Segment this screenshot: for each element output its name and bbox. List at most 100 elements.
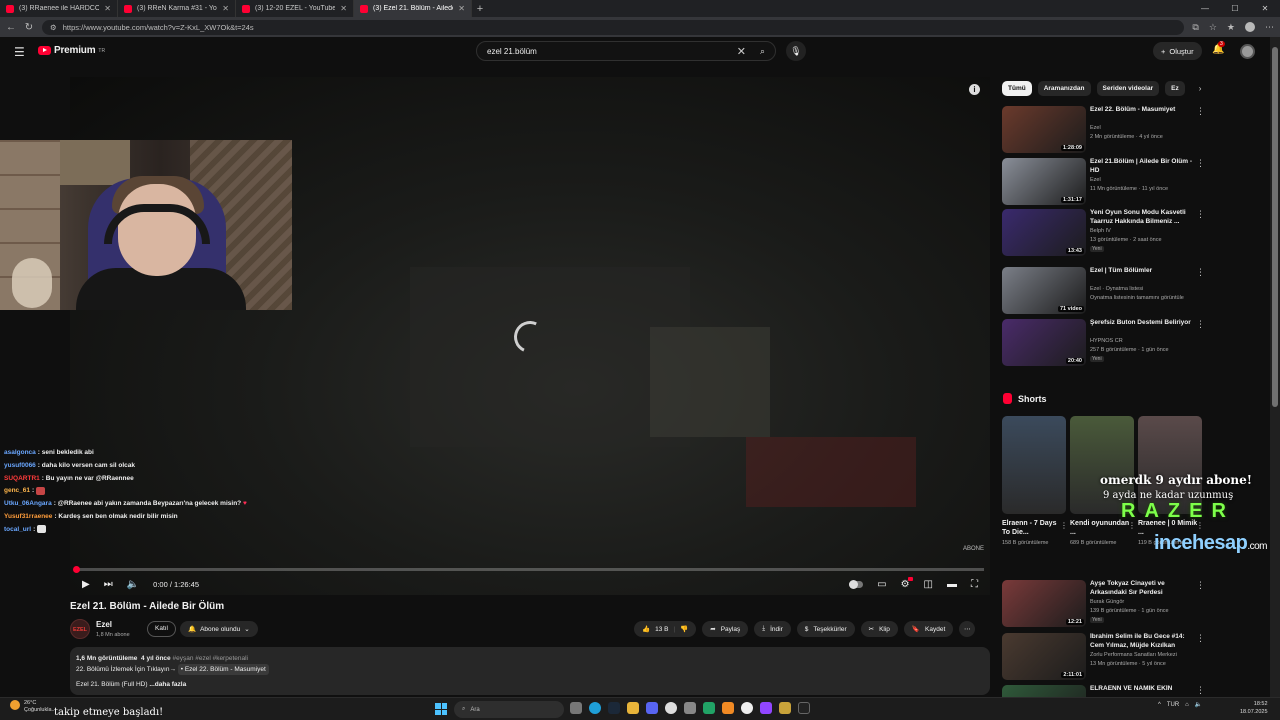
video-thumbnail[interactable]: 20:40 [1002, 319, 1086, 366]
close-tab-icon[interactable]: ✕ [104, 4, 111, 13]
site-info-icon[interactable]: ⚙ [50, 23, 57, 32]
excel-icon[interactable] [703, 702, 715, 714]
hamburger-menu-icon[interactable]: ☰ [14, 45, 25, 59]
tray-chevron-icon[interactable]: ^ [1158, 702, 1161, 708]
video-thumbnail[interactable]: 1:31:17 [1002, 158, 1086, 205]
vlc-icon[interactable] [722, 702, 734, 714]
filter-chip[interactable]: Aramanızdan [1037, 81, 1091, 96]
description-link[interactable]: • Ezel 22. Bölüm - Masumiyet [177, 664, 269, 675]
video-thumbnail[interactable]: 2:11:01 [1002, 633, 1086, 680]
close-tab-icon[interactable]: ✕ [458, 4, 465, 13]
progress-bar[interactable] [73, 566, 984, 573]
browser-tab[interactable]: (3) RRaenee ile HARDCORE MİNE ✕ [0, 0, 118, 17]
taskbar-clock[interactable]: 18:52 18.07.2025 [1240, 700, 1268, 716]
more-options-icon[interactable]: ⋮ [1196, 209, 1205, 220]
browser-tab[interactable]: (3) Ezel 21. Bölüm - Ailede Bir Ölüm ✕ [354, 0, 472, 17]
search-input[interactable]: ezel 21.bölüm ✕ ⌕ [476, 41, 776, 61]
recommendation-card[interactable]: 2:11:01 İbrahim Selim ile Bu Gece #14: Ce… [1002, 633, 1208, 681]
save-button[interactable]: 🔖 Kaydet [903, 621, 954, 637]
app-icon[interactable] [684, 702, 696, 714]
autoplay-toggle[interactable] [849, 579, 864, 589]
short-card[interactable]: Elraenn - 7 Days To Die... 158 B görüntül… [1002, 416, 1068, 547]
settings-gear-icon[interactable]: ⚙ [901, 576, 913, 590]
share-button[interactable]: ➦ Paylaş [702, 621, 749, 637]
notifications-bell-icon[interactable]: 🔔 3 [1212, 41, 1225, 55]
video-thumbnail[interactable]: 71 video [1002, 267, 1086, 314]
chevron-right-icon[interactable]: › [1199, 84, 1202, 93]
filter-chip[interactable]: Seriden videolar [1096, 81, 1160, 96]
account-avatar[interactable] [1240, 44, 1255, 59]
obs-icon[interactable] [741, 702, 753, 714]
more-menu-icon[interactable]: ⋯ [1265, 22, 1274, 33]
search-icon[interactable]: ⌕ [760, 46, 765, 57]
voice-search-icon[interactable]: 🎙 [786, 41, 806, 61]
hashtags[interactable]: #eyşan #ezel #kerpetenali [172, 655, 248, 662]
recommendation-card[interactable]: 1:31:17 Ezel 21.Bölüm | Ailede Bir Ölüm -… [1002, 158, 1208, 206]
channel-avatar[interactable]: EZEL [70, 619, 90, 639]
more-options-icon[interactable]: ⋮ [1196, 158, 1205, 169]
weather-widget[interactable]: 26°C Çoğunlukla... [10, 700, 56, 714]
steam-icon[interactable] [608, 702, 620, 714]
windows-start-icon[interactable] [435, 703, 447, 715]
video-thumbnail[interactable]: 1:28:09 [1002, 106, 1086, 153]
page-scrollbar[interactable] [1270, 37, 1280, 700]
profile-avatar[interactable] [1245, 22, 1255, 32]
network-icon[interactable]: ⌂ [1185, 702, 1189, 708]
youtube-logo[interactable]: Premium TR [38, 45, 105, 56]
miniplayer-icon[interactable]: ◫ [924, 579, 933, 590]
download-button[interactable]: ⤓ İndir [754, 621, 791, 637]
more-options-icon[interactable]: ⋮ [1196, 106, 1205, 117]
join-button[interactable]: Katıl [147, 621, 177, 637]
short-thumbnail[interactable] [1002, 416, 1066, 514]
edge-icon[interactable] [589, 702, 601, 714]
like-button[interactable]: 👍 13 B | 👎 [634, 621, 697, 637]
task-view-icon[interactable] [570, 702, 582, 714]
close-tab-icon[interactable]: ✕ [340, 4, 347, 13]
file-explorer-icon[interactable] [627, 702, 639, 714]
app-icon[interactable] [779, 702, 791, 714]
recommendation-card[interactable]: 12:21 Ayşe Tokyaz Cinayeti ve Arkasındaki… [1002, 580, 1208, 628]
discord-icon[interactable] [646, 702, 658, 714]
browser-tab[interactable]: (3) RReN Karma #31 - YouTube ✕ [118, 0, 236, 17]
bookmark-star-icon[interactable]: ☆ [1209, 22, 1217, 33]
thumbs-down-icon[interactable]: 👎 [680, 625, 688, 633]
more-actions-icon[interactable]: ⋯ [959, 621, 976, 637]
video-thumbnail[interactable]: 13:43 [1002, 209, 1086, 256]
info-icon[interactable]: i [969, 84, 980, 95]
browser-tab[interactable]: (3) 12-20 EZEL - YouTube ✕ [236, 0, 354, 17]
recommendation-card[interactable]: 13:43 Yeni Oyun Sonu Modu Kasvetli Taarru… [1002, 209, 1208, 257]
url-field[interactable]: ⚙ https://www.youtube.com/watch?v=Z-KxL_… [42, 19, 1185, 35]
close-tab-icon[interactable]: ✕ [222, 4, 229, 13]
volume-icon[interactable]: 🔈 [127, 579, 139, 590]
back-icon[interactable]: ← [6, 22, 16, 33]
description-box[interactable]: 1,6 Mn görüntüleme 4 yıl önce #eyşan #ez… [70, 647, 990, 695]
clear-search-icon[interactable]: ✕ [737, 45, 746, 58]
fullscreen-icon[interactable]: ⛶ [971, 579, 978, 590]
speaker-icon[interactable]: 🔈 [1195, 701, 1202, 708]
close-window-button[interactable]: ✕ [1250, 0, 1280, 17]
install-icon[interactable]: ⧉ [1192, 22, 1198, 33]
more-options-icon[interactable]: ⋮ [1196, 580, 1205, 591]
new-tab-icon[interactable]: + [472, 3, 488, 15]
clip-button[interactable]: ✂ Klip [860, 621, 898, 637]
reload-icon[interactable]: ↻ [24, 22, 34, 33]
more-options-icon[interactable]: ⋮ [1196, 633, 1205, 644]
channel-name[interactable]: Ezel [96, 620, 112, 629]
language-indicator[interactable]: TUR [1167, 702, 1179, 708]
subtitles-icon[interactable]: ▭ [877, 579, 886, 590]
taskbar-search[interactable]: ⌕ Ara [454, 701, 564, 718]
more-options-icon[interactable]: ⋮ [1196, 319, 1205, 330]
subscribe-watermark[interactable]: ABONE [963, 546, 984, 552]
filter-chip[interactable]: Tümü [1002, 81, 1032, 96]
more-options-icon[interactable]: ⋮ [1196, 685, 1205, 696]
show-more-link[interactable]: ...daha fazla [149, 681, 186, 688]
create-button[interactable]: + Oluştur [1153, 42, 1202, 60]
minimize-button[interactable]: — [1190, 0, 1220, 17]
recommendation-card[interactable]: 1:28:09 Ezel 22. Bölüm - Masumiyet Ezel 2 M… [1002, 106, 1208, 154]
scrubber-handle[interactable] [73, 566, 80, 573]
twitch-icon[interactable] [760, 702, 772, 714]
subscribed-button[interactable]: 🔔 Abone olundu ⌄ [180, 621, 258, 637]
favorites-icon[interactable]: ★ [1227, 22, 1235, 33]
next-icon[interactable]: ⏭ [104, 579, 113, 590]
more-options-icon[interactable]: ⋮ [1196, 267, 1205, 278]
